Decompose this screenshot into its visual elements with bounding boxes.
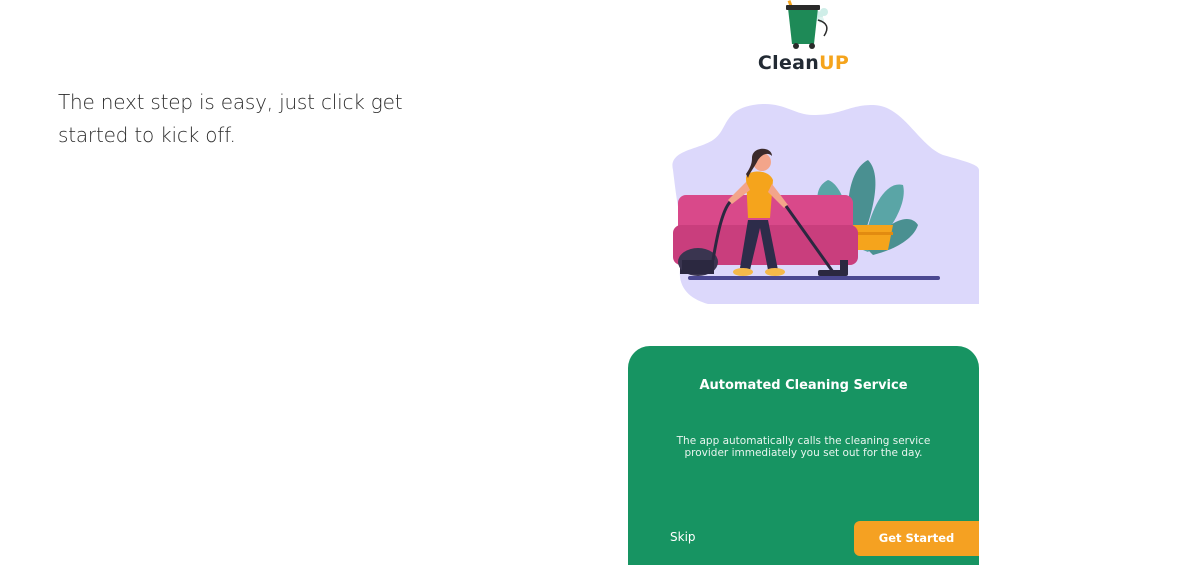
skip-button[interactable]: Skip — [670, 530, 696, 544]
woman-vacuuming-illustration — [672, 103, 979, 305]
app-logo-text: CleanUP — [628, 52, 979, 74]
intro-text: The next step is easy, just click get st… — [58, 90, 403, 147]
get-started-button[interactable]: Get Started — [854, 521, 979, 556]
onboarding-card: Automated Cleaning Service The app autom… — [628, 346, 979, 565]
logo-text-clean: Clean — [757, 52, 820, 74]
logo-text-up: UP — [819, 52, 850, 74]
app-screen: CleanUP Automated Cleaning Service The a… — [628, 0, 979, 565]
card-title: Automated Cleaning Service — [699, 378, 908, 393]
mop-bucket-icon — [786, 0, 828, 49]
card-description: The app automatically calls the cleaning… — [676, 435, 931, 459]
page: The next step is easy, just click get st… — [0, 0, 1190, 579]
app-logo: CleanUP — [628, 0, 979, 76]
